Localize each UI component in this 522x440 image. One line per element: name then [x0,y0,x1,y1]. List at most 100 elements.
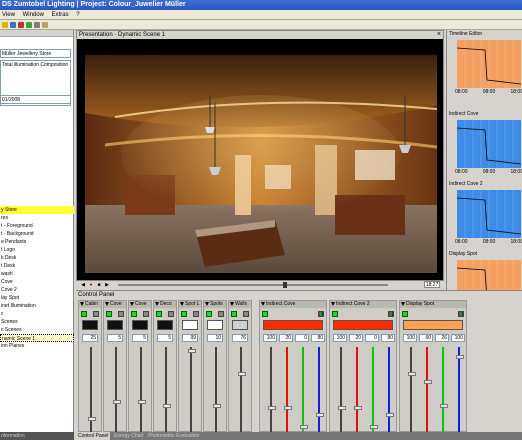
color-swatch[interactable] [207,320,223,330]
menu-help[interactable]: ? [76,12,79,18]
dimmer-value[interactable]: 10 [207,334,223,342]
power-led-icon[interactable] [231,311,237,317]
power-led-icon[interactable] [131,311,137,317]
tree-item[interactable]: ion Planes [0,342,74,350]
menu-view[interactable]: View [2,12,15,18]
channel-title[interactable]: Indirect Cove [260,301,326,308]
tab-photometric-evaluation[interactable]: Photometric Evaluation [146,432,201,440]
color-swatch[interactable] [107,320,123,330]
tree-item[interactable]: t Logo [0,246,74,254]
color-swatch[interactable] [132,320,148,330]
color-value[interactable]: 60 [419,334,433,342]
slider-thumb[interactable] [188,348,196,353]
collapse-triangle-icon[interactable] [80,302,84,306]
mode-icon[interactable] [218,311,224,317]
timeline-curve-chart[interactable] [457,40,521,88]
color-value[interactable]: 100 [403,334,417,342]
mode-icon[interactable] [118,311,124,317]
tree-item[interactable]: t - Foreground [0,222,74,230]
color-swatch[interactable] [232,320,248,330]
color-slider[interactable] [426,347,428,433]
power-led-icon[interactable] [262,311,268,317]
menu-extras[interactable]: Extras [52,12,69,18]
mode-icon[interactable] [143,311,149,317]
color-swatch[interactable] [182,320,198,330]
collapse-triangle-icon[interactable] [331,302,335,306]
rgb-mode-icon[interactable] [318,311,324,317]
slider-thumb[interactable] [440,404,448,409]
slider-thumb[interactable] [284,406,292,411]
playback-slider[interactable] [118,282,388,288]
color-value[interactable]: 80 [311,334,325,342]
power-led-icon[interactable] [181,311,187,317]
slider-thumb[interactable] [338,406,346,411]
color-slider[interactable] [388,347,390,433]
power-led-icon[interactable] [332,311,338,317]
slider-thumb[interactable] [238,371,246,376]
color-swatch[interactable] [263,320,323,330]
color-slider[interactable] [458,347,460,433]
collapse-triangle-icon[interactable] [205,302,209,306]
tree-item[interactable]: wash [0,270,74,278]
tree-item[interactable]: inet Illumination [0,302,74,310]
tree-item[interactable]: Cove 2 [0,286,74,294]
play-icon[interactable]: ▶ [104,282,110,288]
dimmer-slider[interactable] [240,347,242,433]
channel-title[interactable]: Indirect Cove 2 [330,301,396,308]
color-slider[interactable] [356,347,358,433]
tree-item[interactable]: c [0,310,74,318]
dimmer-value[interactable]: 5 [157,334,173,342]
color-value[interactable]: 100 [333,334,347,342]
tree-item[interactable]: lay Spot [0,294,74,302]
color-value[interactable]: 0 [295,334,309,342]
dimmer-value[interactable]: 25 [82,334,98,342]
color-value[interactable]: 100 [263,334,277,342]
slider-thumb[interactable] [424,379,432,384]
color-slider[interactable] [270,347,272,433]
color-slider[interactable] [372,347,374,433]
timeline-curve-chart[interactable] [457,190,521,238]
dimmer-slider[interactable] [115,347,117,433]
color-swatch[interactable] [157,320,173,330]
timeline-track-label[interactable]: Indirect Cove [447,110,522,118]
collapse-triangle-icon[interactable] [155,302,159,306]
dimmer-value[interactable]: 99 [182,334,198,342]
light-icon[interactable] [26,22,32,28]
power-led-icon[interactable] [81,311,87,317]
rewind-icon[interactable]: ◀ [80,282,86,288]
scene-icon[interactable] [42,22,48,28]
dimmer-slider[interactable] [165,347,167,433]
collapse-triangle-icon[interactable] [230,302,234,306]
color-swatch[interactable] [333,320,393,330]
slider-thumb[interactable] [138,400,146,405]
power-led-icon[interactable] [106,311,112,317]
color-value[interactable]: 80 [381,334,395,342]
slider-thumb[interactable] [113,400,121,405]
render-icon[interactable] [18,22,24,28]
channel-title[interactable]: Display Spot [400,301,466,308]
stop-icon[interactable]: ■ [96,282,102,288]
save-icon[interactable] [10,22,16,28]
color-slider[interactable] [442,347,444,433]
color-slider[interactable] [302,347,304,433]
color-value[interactable]: 26 [435,334,449,342]
dimmer-slider[interactable] [190,347,192,433]
dimmer-slider[interactable] [215,347,217,433]
dimmer-slider[interactable] [140,347,142,433]
power-led-icon[interactable] [206,311,212,317]
tab-control-panel[interactable]: Control Panel [76,432,111,440]
color-swatch[interactable] [82,320,98,330]
color-slider[interactable] [410,347,412,433]
rgb-mode-icon[interactable] [458,311,464,317]
collapse-triangle-icon[interactable] [261,302,265,306]
timeline-track-label[interactable]: Indirect Cove 2 [447,180,522,188]
power-led-icon[interactable] [156,311,162,317]
mode-icon[interactable] [168,311,174,317]
timeline-curve-chart[interactable] [457,120,521,168]
tree-item[interactable]: res [0,214,74,222]
slider-thumb[interactable] [163,404,171,409]
tree-item[interactable]: k Desk [0,254,74,262]
collapse-triangle-icon[interactable] [130,302,134,306]
menu-window[interactable]: Window [23,12,44,18]
power-led-icon[interactable] [402,311,408,317]
